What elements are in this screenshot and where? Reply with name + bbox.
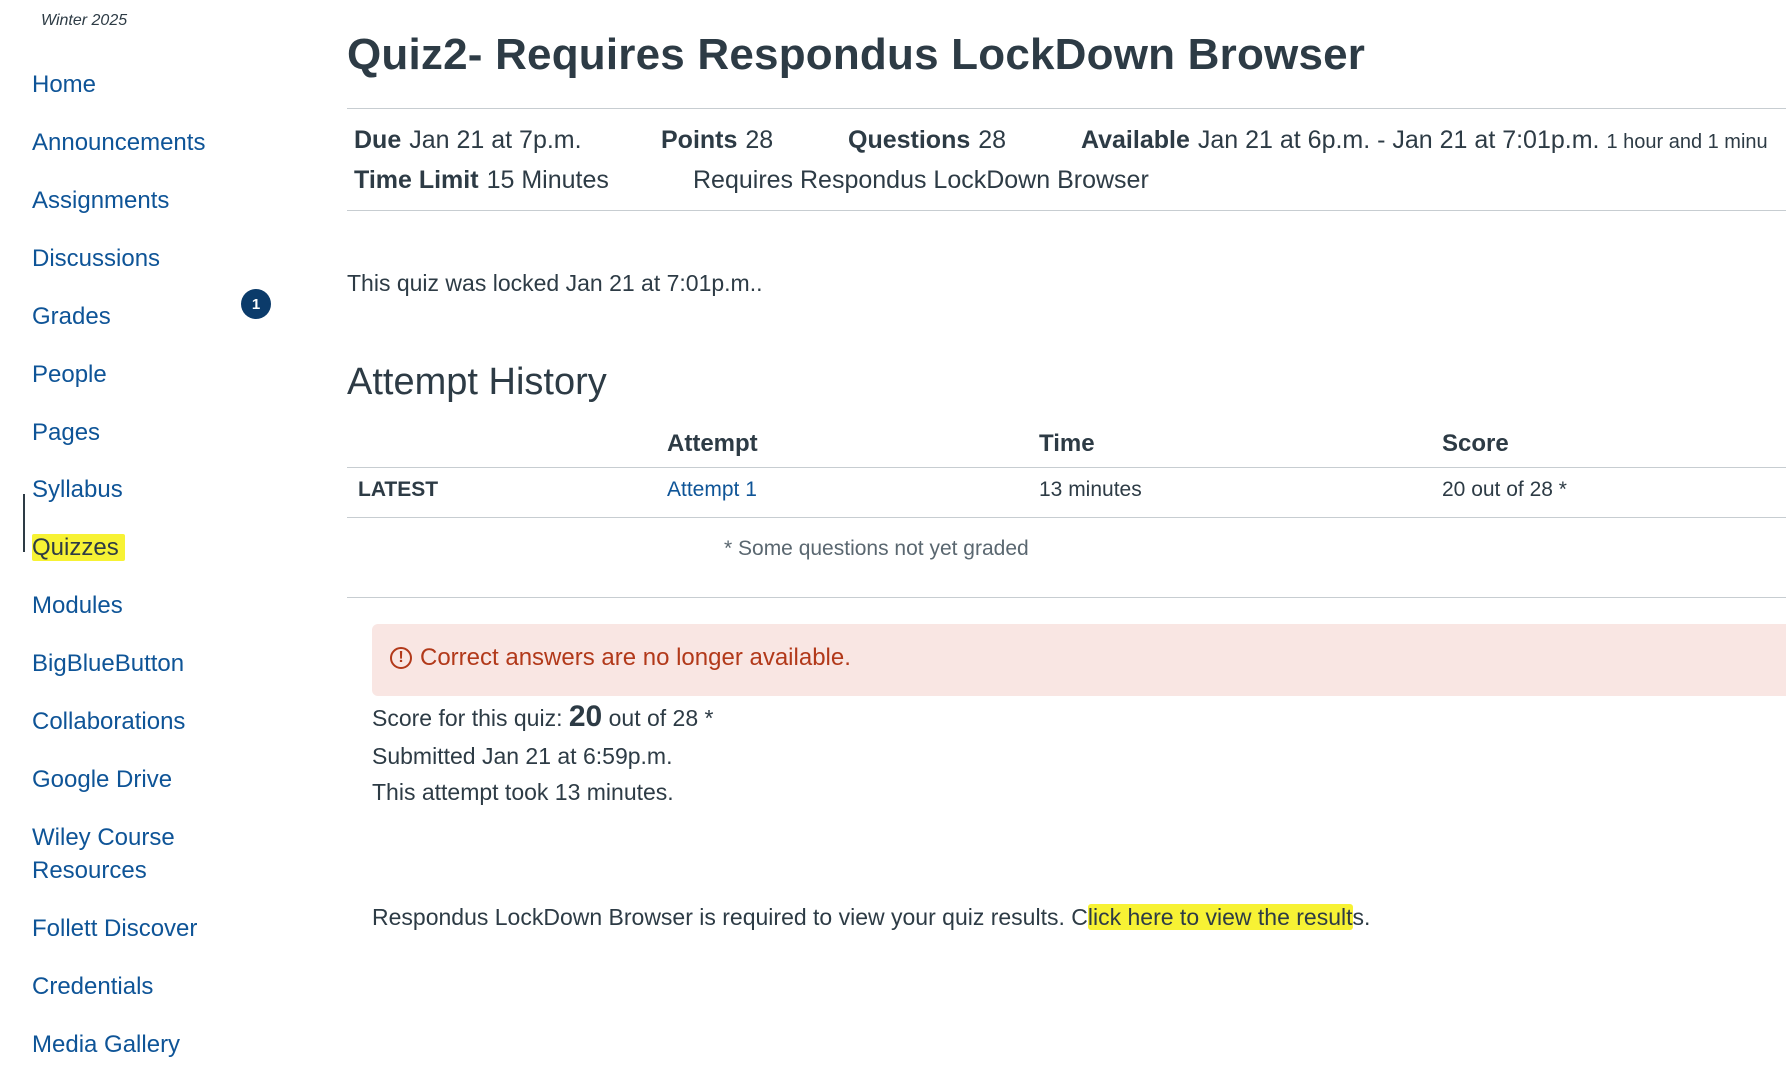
due-label: Due [354, 126, 402, 154]
sidebar-item-collaborations[interactable]: Collaborations [32, 706, 185, 737]
sidebar-item-wiley-course-resources[interactable]: Wiley Course Resources [32, 822, 175, 886]
sidebar-item-pages[interactable]: Pages [32, 417, 100, 448]
points-value: 28 [745, 126, 774, 154]
available-label: Available [1081, 126, 1190, 154]
sidebar-item-announcements[interactable]: Announcements [32, 127, 205, 158]
attempt-time: 13 minutes [1039, 478, 1142, 501]
correct-answers-alert: ! Correct answers are no longer availabl… [372, 624, 1786, 696]
ungraded-footnote: * Some questions not yet graded [724, 537, 1029, 560]
sidebar-item-google-drive[interactable]: Google Drive [32, 764, 172, 795]
alert-text: Correct answers are no longer available. [420, 644, 851, 671]
link-last-letter: s [1352, 904, 1365, 930]
available-duration: 1 hour and 1 minu [1606, 131, 1768, 153]
score-suffix: out of 28 * [608, 705, 714, 731]
attempt-duration: This attempt took 13 minutes. [372, 779, 674, 805]
title-divider [347, 108, 1786, 109]
attempt-1-link[interactable]: Attempt 1 [667, 478, 757, 502]
due-info: Due Jan 21 at 7p.m. [354, 126, 582, 155]
respondus-period: . [1364, 904, 1371, 930]
available-info: Available Jan 21 at 6p.m. - Jan 21 at 7:0… [1081, 126, 1768, 155]
history-bottom-divider [347, 597, 1786, 598]
sidebar-item-bigbluebutton[interactable]: BigBlueButton [32, 648, 184, 679]
points-info: Points 28 [661, 126, 773, 155]
header-time: Time [1039, 430, 1095, 457]
attempt-history-title: Attempt History [347, 361, 607, 403]
respondus-text: Respondus LockDown Browser is required t… [372, 904, 1065, 930]
attempt-score: 20 out of 28 * [1442, 478, 1567, 501]
score-prefix: Score for this quiz: [372, 705, 563, 731]
sidebar-item-home[interactable]: Home [32, 69, 96, 100]
respondus-message: Respondus LockDown Browser is required t… [372, 904, 1370, 931]
requires-lockdown: Requires Respondus LockDown Browser [693, 166, 1149, 194]
link-first-letter: C [1071, 904, 1088, 930]
sidebar-item-modules[interactable]: Modules [32, 590, 123, 621]
due-value: Jan 21 at 7p.m. [409, 126, 582, 154]
sidebar-item-credentials[interactable]: Credentials [32, 971, 153, 1002]
quiz-page: Winter 2025 Home Announcements Assignmen… [0, 0, 1786, 1084]
time-limit-info: Time Limit 15 Minutes [354, 166, 609, 195]
active-indicator [23, 494, 25, 552]
table-header-divider [347, 467, 1786, 468]
points-label: Points [661, 126, 738, 154]
time-limit-label: Time Limit [354, 166, 479, 194]
header-score: Score [1442, 430, 1509, 457]
sidebar-item-follett-discover[interactable]: Follett Discover [32, 913, 197, 944]
sidebar-item-people[interactable]: People [32, 359, 107, 390]
quiz-score: Score for this quiz: 20 out of 28 * [372, 700, 713, 734]
available-value: Jan 21 at 6p.m. - Jan 21 at 7:01p.m. [1197, 126, 1600, 154]
view-results-link[interactable]: Click here to view the results [1071, 904, 1364, 930]
questions-value: 28 [978, 126, 1007, 154]
grades-badge: 1 [241, 289, 271, 319]
sidebar-item-discussions[interactable]: Discussions [32, 243, 160, 274]
submitted-info: Submitted Jan 21 at 6:59p.m. [372, 743, 673, 769]
course-sidebar: Winter 2025 Home Announcements Assignmen… [0, 0, 290, 1084]
latest-tag: LATEST [358, 478, 439, 501]
sidebar-item-wiley-line2: Resources [32, 857, 147, 884]
meta-divider [347, 210, 1786, 211]
sidebar-item-quizzes-label: Quizzes [32, 534, 125, 561]
sidebar-item-wiley-line1: Wiley Course [32, 824, 175, 851]
warning-circle-icon: ! [390, 647, 412, 669]
sidebar-item-media-gallery[interactable]: Media Gallery [32, 1029, 180, 1060]
sidebar-item-assignments[interactable]: Assignments [32, 185, 169, 216]
time-limit-value: 15 Minutes [486, 166, 609, 194]
score-value: 20 [568, 700, 603, 733]
page-title: Quiz2- Requires Respondus LockDown Brows… [347, 30, 1366, 79]
sidebar-item-grades[interactable]: Grades [32, 301, 111, 332]
questions-info: Questions 28 [848, 126, 1006, 155]
header-attempt: Attempt [667, 430, 758, 457]
locked-message: This quiz was locked Jan 21 at 7:01p.m.. [347, 270, 763, 296]
questions-label: Questions [848, 126, 971, 154]
sidebar-item-quizzes[interactable]: Quizzes [32, 532, 125, 563]
table-row-divider [347, 517, 1786, 518]
link-highlighted-text: lick here to view the result [1087, 904, 1353, 930]
sidebar-item-syllabus[interactable]: Syllabus [32, 474, 123, 505]
term-label: Winter 2025 [41, 12, 128, 29]
